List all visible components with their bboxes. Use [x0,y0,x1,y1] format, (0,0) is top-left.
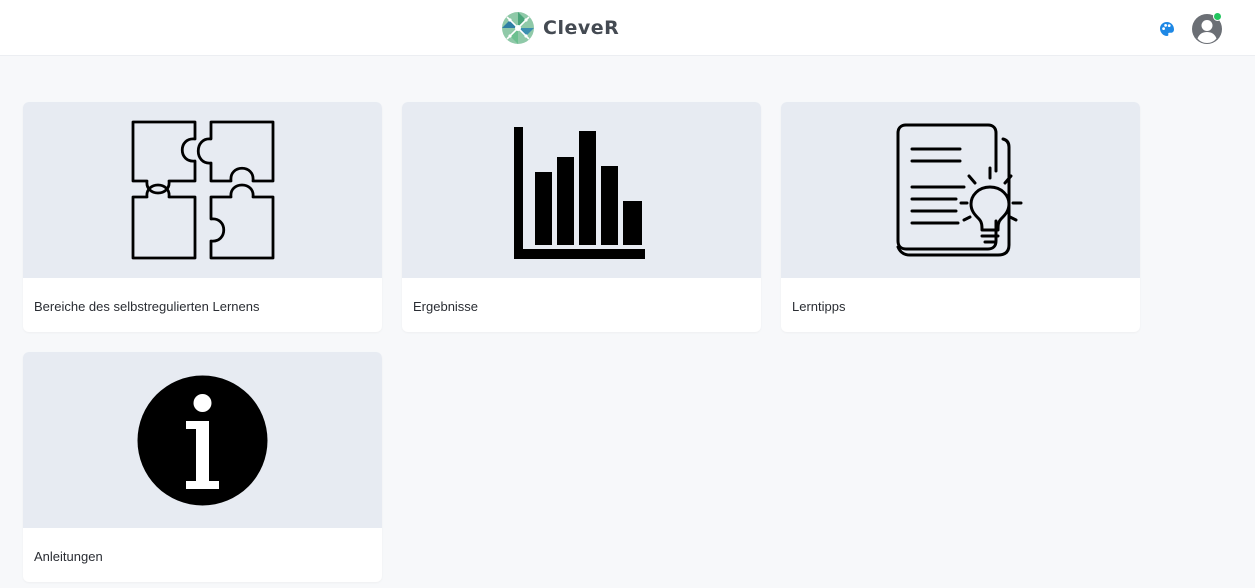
document-lightbulb-icon [896,123,1023,257]
card-media [402,102,761,278]
card-results[interactable]: Ergebnisse [402,102,761,332]
card-learning-tips[interactable]: Lerntipps [781,102,1140,332]
card-label: Anleitungen [34,549,103,564]
card-instructions[interactable]: Anleitungen [23,352,382,582]
card-media [23,352,382,528]
card-media [781,102,1140,278]
clever-logo-icon [502,12,534,44]
online-status-dot [1213,12,1222,21]
app-name: CleveR [543,17,620,39]
info-icon [137,375,268,506]
brand[interactable]: CleveR [501,11,619,45]
top-bar: CleveR [0,0,1255,56]
card-label: Ergebnisse [413,299,479,314]
puzzle-icon [131,120,275,260]
card-label: Lerntipps [792,299,846,314]
palette-icon[interactable] [1159,21,1175,37]
card-media [23,102,382,278]
card-label: Bereiche des selbstregulierten Lernens [34,299,260,314]
card-self-regulated-learning[interactable]: Bereiche des selbstregulierten Lernens [23,102,382,332]
bar-chart-icon [514,127,645,259]
